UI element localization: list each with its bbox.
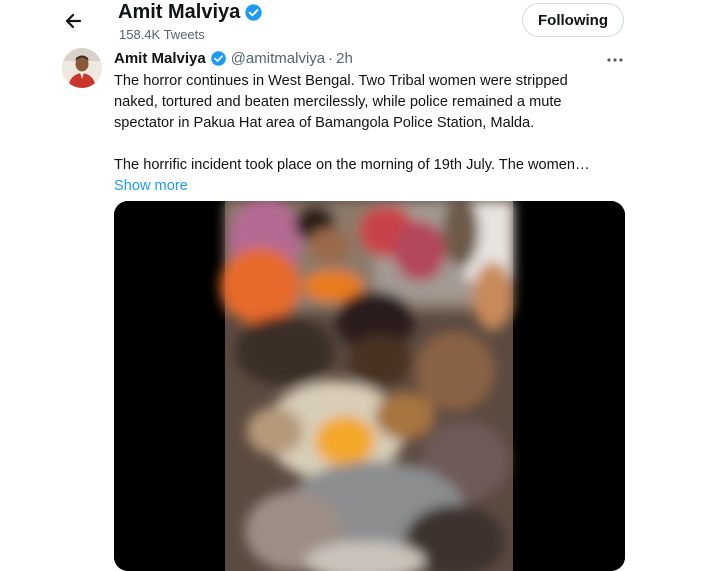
tweet-video[interactable] [114, 201, 625, 571]
profile-title: Amit Malviya [118, 1, 263, 24]
more-horizontal-icon [607, 58, 623, 62]
tweet-handle[interactable]: @amitmalviya [231, 50, 325, 67]
profile-name: Amit Malviya [118, 1, 241, 23]
tweet-author-name[interactable]: Amit Malviya [114, 50, 206, 67]
arrow-left-icon [65, 13, 82, 29]
separator-dot: · [328, 50, 334, 67]
tweet-text: The horror continues in West Bengal. Two… [114, 71, 614, 197]
back-button[interactable] [58, 6, 88, 36]
avatar[interactable] [62, 48, 102, 88]
verified-badge-icon [245, 4, 262, 21]
tweet-time[interactable]: 2h [336, 50, 353, 67]
profile-header: Amit Malviya 158.4K Tweets Following [0, 0, 716, 48]
show-more-link[interactable]: Show more [114, 178, 188, 194]
more-options-button[interactable] [603, 50, 627, 70]
verified-badge-icon [210, 51, 226, 66]
video-frame [114, 201, 625, 571]
tweet-count: 158.4K Tweets [119, 27, 205, 42]
following-button[interactable]: Following [522, 3, 624, 37]
tweet-header: Amit Malviya @amitmalviya · 2h [114, 50, 353, 67]
tweet-paragraph: The horror continues in West Bengal. Two… [114, 73, 568, 131]
tweet-paragraph: The horrific incident took place on the … [114, 155, 614, 197]
avatar-image [62, 48, 102, 88]
tweet-paragraph-text: The horrific incident took place on the … [114, 157, 590, 173]
